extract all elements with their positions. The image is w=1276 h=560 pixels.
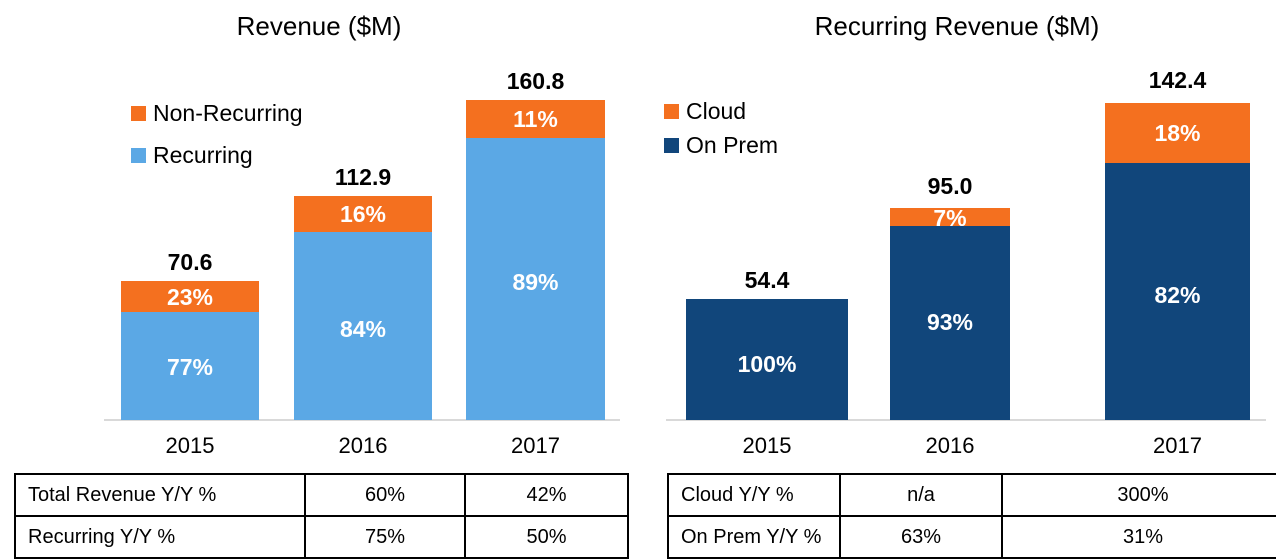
legend-item-label: Non-Recurring (153, 99, 303, 126)
x-tick-label-2017: 2017 (511, 433, 560, 458)
table-row: Recurring Y/Y % 75% 50% (14, 515, 629, 559)
table-cell-row-header: Recurring Y/Y % (14, 515, 306, 559)
legend-item-label: Cloud (686, 97, 747, 124)
revenue-chart-panel: Revenue ($M) 70.6 23% 77% 2015 112.9 16%… (0, 0, 638, 560)
table-cell-2017: 42% (464, 473, 629, 517)
table-cell-2016: 75% (304, 515, 466, 559)
bar-segment-label: 77% (166, 354, 214, 380)
legend-revenue: Non-Recurring Recurring (131, 98, 303, 170)
legend-item-non-recurring[interactable]: Non-Recurring (131, 98, 303, 128)
bar-segment-label: 18% (1154, 120, 1201, 146)
bar-segment-nonrecurring-2017[interactable]: 11% (466, 100, 605, 138)
bar-total-label-2016: 95.0 (927, 173, 973, 199)
bar-segment-nonrecurring-2016[interactable]: 16% (294, 196, 432, 232)
bar-total-label-2015: 70.6 (167, 249, 213, 275)
legend-item-on-prem[interactable]: On Prem (664, 130, 778, 160)
table-cell-row-header: On Prem Y/Y % (667, 515, 841, 559)
bar-segment-label: 89% (512, 269, 559, 295)
bar-segment-label: 23% (166, 283, 214, 310)
x-tick-label-2015: 2015 (742, 433, 792, 458)
legend-swatch-icon (664, 103, 679, 119)
x-tick-label-2016: 2016 (338, 433, 388, 458)
bar-segment-recurring-2016[interactable]: 84% (294, 232, 432, 420)
bar-total-label-2015: 54.4 (744, 267, 790, 293)
bar-segment-label: 82% (1154, 282, 1201, 308)
revenue-yoy-table: Total Revenue Y/Y % 60% 42% Recurring Y/… (14, 473, 629, 559)
legend-item-label: Recurring (153, 141, 253, 168)
x-tick-label-2015: 2015 (165, 433, 215, 458)
bar-total-label-2016: 112.9 (334, 164, 392, 190)
legend-item-recurring[interactable]: Recurring (131, 140, 303, 170)
x-tick-label-2017: 2017 (1153, 433, 1202, 458)
table-cell-2016: 63% (839, 515, 1003, 559)
legend-swatch-icon (131, 147, 146, 163)
bar-segment-cloud-2016[interactable]: 7% (890, 205, 1010, 231)
x-tick-label-2016: 2016 (925, 433, 975, 458)
recurring-revenue-yoy-table: Cloud Y/Y % n/a 300% On Prem Y/Y % 63% 3… (667, 473, 1276, 559)
table-row: On Prem Y/Y % 63% 31% (667, 515, 1276, 559)
bar-segment-nonrecurring-2015[interactable]: 23% (121, 281, 259, 312)
bar-segment-label: 100% (737, 351, 797, 377)
bar-total-label-2017: 160.8 (506, 68, 565, 94)
legend-recurring-revenue: Cloud On Prem (664, 96, 778, 160)
table-cell-2017: 300% (1001, 473, 1276, 517)
table-cell-2017: 50% (464, 515, 629, 559)
legend-swatch-icon (664, 137, 679, 153)
table-row: Total Revenue Y/Y % 60% 42% (14, 473, 629, 517)
bar-total-label-2017: 142.4 (1148, 67, 1207, 93)
bar-segment-recurring-2017[interactable]: 89% (466, 138, 605, 420)
table-row: Cloud Y/Y % n/a 300% (667, 473, 1276, 517)
table-cell-2017: 31% (1001, 515, 1276, 559)
bar-segment-onprem-2015[interactable]: 100% (686, 299, 848, 420)
bar-segment-label: 11% (513, 106, 558, 132)
table-cell-row-header: Cloud Y/Y % (667, 473, 841, 517)
bar-segment-label: 84% (339, 316, 387, 342)
legend-item-label: On Prem (686, 131, 779, 158)
legend-swatch-icon (131, 105, 146, 121)
bar-segment-label: 93% (926, 309, 974, 335)
bar-segment-recurring-2015[interactable]: 77% (121, 312, 259, 420)
bar-segment-label: 16% (339, 201, 387, 227)
bar-segment-onprem-2016[interactable]: 93% (890, 226, 1010, 420)
bar-segment-onprem-2017[interactable]: 82% (1105, 163, 1250, 420)
table-cell-2016: n/a (839, 473, 1003, 517)
table-cell-2016: 60% (304, 473, 466, 517)
recurring-revenue-chart-panel: Recurring Revenue ($M) 54.4 100% 2015 95… (638, 0, 1276, 560)
table-cell-row-header: Total Revenue Y/Y % (14, 473, 306, 517)
legend-item-cloud[interactable]: Cloud (664, 96, 778, 126)
bar-segment-cloud-2017[interactable]: 18% (1105, 103, 1250, 163)
